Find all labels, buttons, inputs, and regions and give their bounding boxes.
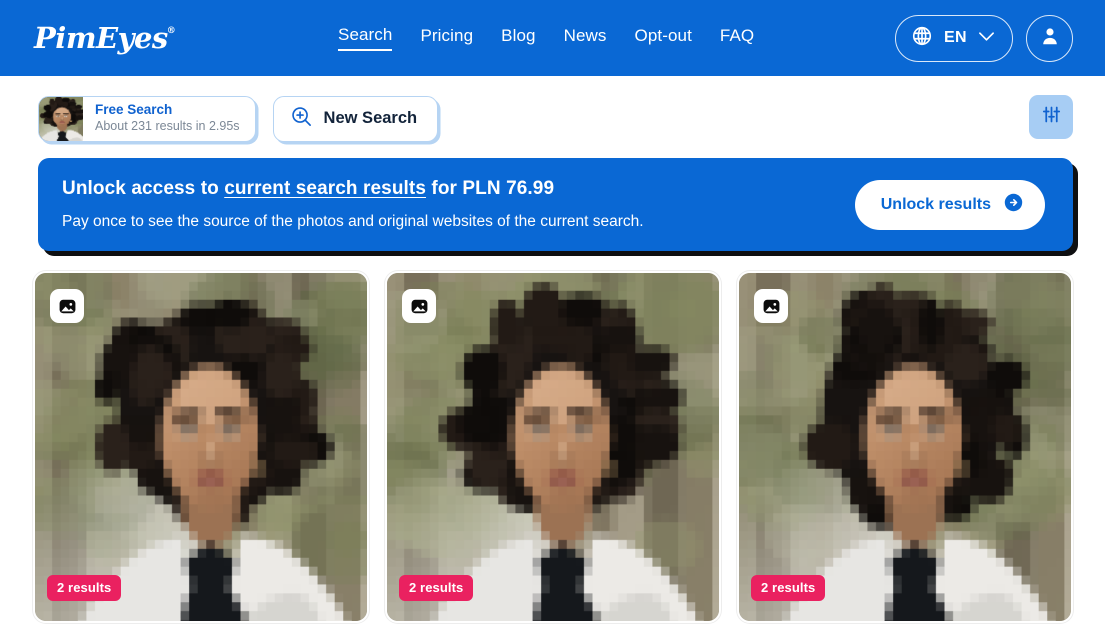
face-thumbnail — [39, 96, 83, 141]
unlock-title-prefix: Unlock access to — [62, 178, 225, 199]
result-count-badge: 2 results — [399, 575, 474, 601]
pimeyes-logo[interactable]: PimEyes® — [34, 21, 176, 55]
logo-text: PimEyes — [34, 21, 168, 55]
free-search-title: Free Search — [95, 102, 173, 118]
photo-icon — [402, 289, 436, 323]
account-button[interactable] — [1026, 14, 1073, 62]
free-search-chip[interactable]: Free Search About 231 results in 2.95s — [38, 95, 256, 142]
unlock-banner-subtitle: Pay once to see the source of the photos… — [62, 213, 644, 230]
photo-icon — [754, 289, 788, 323]
site-header: PimEyes® Search Pricing Blog News Opt-ou… — [0, 0, 1105, 76]
unlock-title-suffix: for PLN 76.99 — [426, 178, 555, 199]
free-search-subtitle: About 231 results in 2.95s — [95, 119, 240, 134]
nav-item-opt-out[interactable]: Opt-out — [635, 26, 692, 50]
new-search-button[interactable]: New Search — [272, 95, 439, 142]
unlock-banner-wrapper: Unlock access to current search results … — [0, 142, 1105, 251]
search-toolbar: Free Search About 231 results in 2.95s N… — [0, 76, 1105, 142]
unlock-results-label: Unlock results — [880, 195, 991, 213]
result-card[interactable]: 2 results — [737, 271, 1073, 623]
main-navigation: Search Pricing Blog News Opt-out FAQ — [338, 25, 754, 51]
unlock-results-button[interactable]: Unlock results — [854, 179, 1045, 230]
arrow-right-circle-icon — [1004, 193, 1023, 217]
language-code: EN — [943, 29, 967, 46]
unlock-banner-text: Unlock access to current search results … — [62, 178, 644, 231]
nav-item-search[interactable]: Search — [338, 25, 393, 51]
current-search-results-link[interactable]: current search results — [224, 178, 426, 199]
nav-item-news[interactable]: News — [564, 26, 607, 50]
registered-mark: ® — [166, 26, 176, 37]
nav-item-faq[interactable]: FAQ — [720, 26, 754, 50]
header-actions: EN — [894, 14, 1073, 62]
results-grid: 2 results 2 results 2 results — [0, 251, 1105, 623]
filter-button[interactable] — [1029, 95, 1073, 139]
chevron-down-icon — [978, 29, 995, 47]
unlock-banner-title: Unlock access to current search results … — [62, 178, 644, 200]
nav-item-blog[interactable]: Blog — [501, 26, 535, 50]
globe-icon — [911, 25, 933, 52]
nav-item-pricing[interactable]: Pricing — [420, 26, 473, 50]
result-card[interactable]: 2 results — [385, 271, 721, 623]
result-card[interactable]: 2 results — [33, 271, 369, 623]
sliders-filter-icon — [1041, 104, 1062, 130]
user-avatar-icon — [1039, 25, 1061, 52]
language-selector[interactable]: EN — [894, 14, 1013, 62]
photo-icon — [50, 289, 84, 323]
result-count-badge: 2 results — [751, 575, 826, 601]
new-search-label: New Search — [323, 109, 418, 127]
zoom-in-icon — [290, 105, 313, 133]
result-count-badge: 2 results — [47, 575, 122, 601]
unlock-banner: Unlock access to current search results … — [38, 158, 1073, 251]
free-search-text: Free Search About 231 results in 2.95s — [83, 97, 255, 141]
